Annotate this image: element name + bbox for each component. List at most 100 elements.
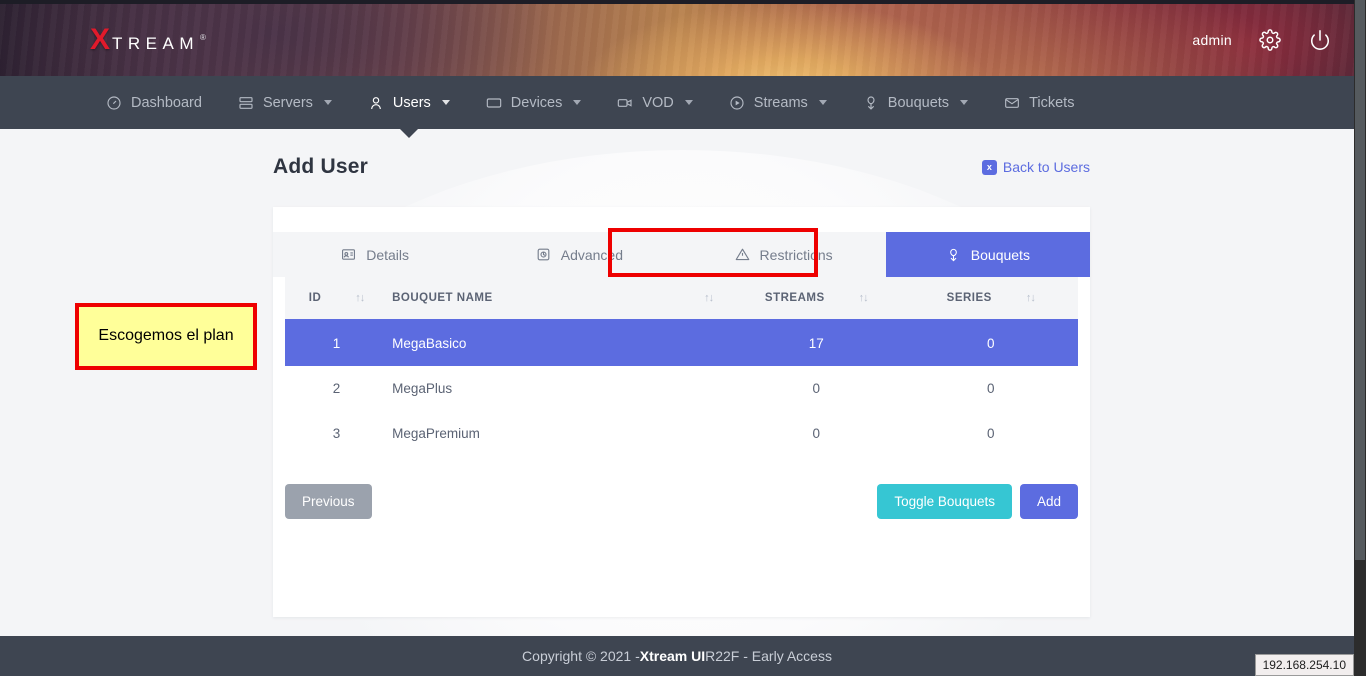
annotation-note: Escogemos el plan (75, 303, 257, 370)
power-icon[interactable] (1308, 28, 1332, 52)
nav-item-devices[interactable]: Devices (468, 76, 600, 129)
nav-item-bouquets[interactable]: Bouquets (845, 76, 986, 129)
column-header-id[interactable]: ID ↑↓ (285, 277, 389, 321)
bouquets-table: ID ↑↓ BOUQUET NAME ↑↓ STREAMS ↑↓ SERIES … (285, 277, 1078, 456)
table-header-row: ID ↑↓ BOUQUET NAME ↑↓ STREAMS ↑↓ SERIES … (285, 277, 1078, 321)
device-icon (486, 95, 502, 111)
app-window: X TREAM ® admin Dashboard Servers Users … (0, 0, 1366, 676)
bouquet-icon (863, 95, 879, 111)
bouquets-table-head: ID ↑↓ BOUQUET NAME ↑↓ STREAMS ↑↓ SERIES … (285, 277, 1078, 321)
chevron-down-icon (441, 100, 450, 105)
nav-item-tickets[interactable]: Tickets (986, 76, 1092, 129)
cell-name: MegaPremium (388, 411, 730, 456)
logo-x-mark: X (90, 23, 111, 56)
nav-item-label: Dashboard (131, 94, 202, 111)
nav-item-users[interactable]: Users (350, 76, 468, 129)
page-footer: Copyright © 2021 - Xtream UI R22F - Earl… (0, 636, 1354, 676)
chevron-down-icon (818, 100, 827, 105)
chevron-down-icon (960, 100, 969, 105)
stamp-icon (536, 247, 551, 262)
footer-brand: Xtream UI (639, 648, 706, 664)
gauge-icon (106, 95, 122, 111)
cell-streams: 17 (729, 320, 904, 366)
id-card-icon (341, 247, 356, 262)
envelope-icon (1004, 95, 1020, 111)
sort-icon-series: ↑↓ (1025, 292, 1036, 304)
tab-label: Bouquets (970, 246, 1030, 263)
header-banner: X TREAM ® admin (0, 4, 1354, 76)
add-user-card: Details Advanced Restrictions Bouquets ID ↑… (273, 207, 1090, 617)
chevron-down-icon (684, 100, 693, 105)
cell-id: 2 (285, 366, 389, 411)
footer-copyright-prefix: Copyright © 2021 - (522, 648, 640, 664)
column-header-series[interactable]: SERIES ↑↓ (903, 277, 1078, 321)
cell-streams: 0 (729, 366, 904, 411)
sort-icon-bouquet-name: ↑↓ (704, 292, 714, 304)
bouquets-table-body: 1 MegaBasico 17 0 2 MegaPlus 0 0 3 MegaPremium 0 0 (285, 320, 1078, 456)
tab-bouquets[interactable]: Bouquets (885, 232, 1090, 277)
card-action-bar: Previous Toggle Bouquets Add (273, 456, 1090, 519)
tab-label: Advanced (560, 246, 624, 263)
column-header-streams[interactable]: STREAMS ↑↓ (729, 277, 904, 321)
sort-icon-id: ↑↓ (355, 292, 365, 304)
previous-button[interactable]: Previous (285, 484, 372, 519)
card-top-spacer (273, 207, 1090, 232)
tab-details[interactable]: Details (273, 232, 477, 277)
chevron-down-icon (323, 100, 332, 105)
gear-icon[interactable] (1258, 28, 1282, 52)
nav-item-label: Streams (753, 94, 808, 111)
back-to-users-label: Back to Users (1002, 159, 1090, 175)
nav-item-dashboard[interactable]: Dashboard (88, 76, 220, 129)
main-navigation: Dashboard Servers Users Devices VOD Streams Bo… (0, 76, 1354, 129)
column-header-streams-label: STREAMS (764, 292, 825, 304)
logo-wordmark: TREAM (112, 34, 200, 53)
nav-item-label: Servers (262, 94, 313, 111)
logo-registered-mark: ® (200, 33, 206, 42)
footer-copyright-suffix: R22F - Early Access (705, 648, 832, 664)
bouquets-table-container: ID ↑↓ BOUQUET NAME ↑↓ STREAMS ↑↓ SERIES … (273, 277, 1090, 456)
page-title: Add User (273, 155, 368, 178)
warning-icon (735, 247, 750, 262)
cell-name: MegaBasico (388, 320, 730, 366)
user-form-tabs: Details Advanced Restrictions Bouquets (273, 232, 1090, 277)
sort-icon-streams: ↑↓ (858, 292, 869, 304)
cell-id: 1 (285, 320, 389, 366)
video-icon (617, 95, 633, 111)
nav-item-vod[interactable]: VOD (599, 76, 710, 129)
nav-item-servers[interactable]: Servers (220, 76, 350, 129)
column-header-id-label: ID (308, 292, 322, 304)
nav-item-label: Tickets (1029, 94, 1075, 111)
scrollbar-thumb[interactable] (1355, 0, 1365, 560)
tab-label: Details (366, 246, 410, 263)
cell-name: MegaPlus (388, 366, 730, 411)
chevron-down-icon (573, 100, 582, 105)
bouquet-icon (946, 247, 961, 262)
table-row[interactable]: 3 MegaPremium 0 0 (285, 411, 1078, 456)
tab-advanced[interactable]: Advanced (477, 232, 681, 277)
admin-username[interactable]: admin (1192, 32, 1232, 48)
tab-restrictions[interactable]: Restrictions (682, 232, 886, 277)
cell-streams: 0 (729, 411, 904, 456)
ip-address-badge: 192.168.254.10 (1254, 654, 1354, 676)
primary-actions: Toggle Bouquets Add (877, 484, 1078, 519)
add-button[interactable]: Add (1019, 484, 1078, 519)
play-icon (729, 95, 745, 111)
column-header-bouquet-name[interactable]: BOUQUET NAME ↑↓ (388, 277, 730, 321)
xtream-logo[interactable]: X TREAM ® (90, 25, 206, 55)
back-arrow-icon: x (981, 159, 997, 175)
nav-item-label: Bouquets (887, 94, 950, 111)
user-icon (368, 95, 384, 111)
toggle-bouquets-button[interactable]: Toggle Bouquets (877, 484, 1012, 519)
cell-series: 0 (903, 320, 1078, 366)
server-icon (238, 95, 254, 111)
page-header: Add User x Back to Users (273, 155, 1090, 179)
page-scrollbar[interactable] (1354, 0, 1366, 676)
table-row[interactable]: 1 MegaBasico 17 0 (285, 320, 1078, 366)
nav-item-label: Users (392, 94, 431, 111)
column-header-series-label: SERIES (946, 292, 992, 304)
back-to-users-link[interactable]: x Back to Users (981, 159, 1090, 175)
nav-item-streams[interactable]: Streams (711, 76, 845, 129)
cell-id: 3 (285, 411, 389, 456)
nav-item-label: Devices (510, 94, 563, 111)
table-row[interactable]: 2 MegaPlus 0 0 (285, 366, 1078, 411)
